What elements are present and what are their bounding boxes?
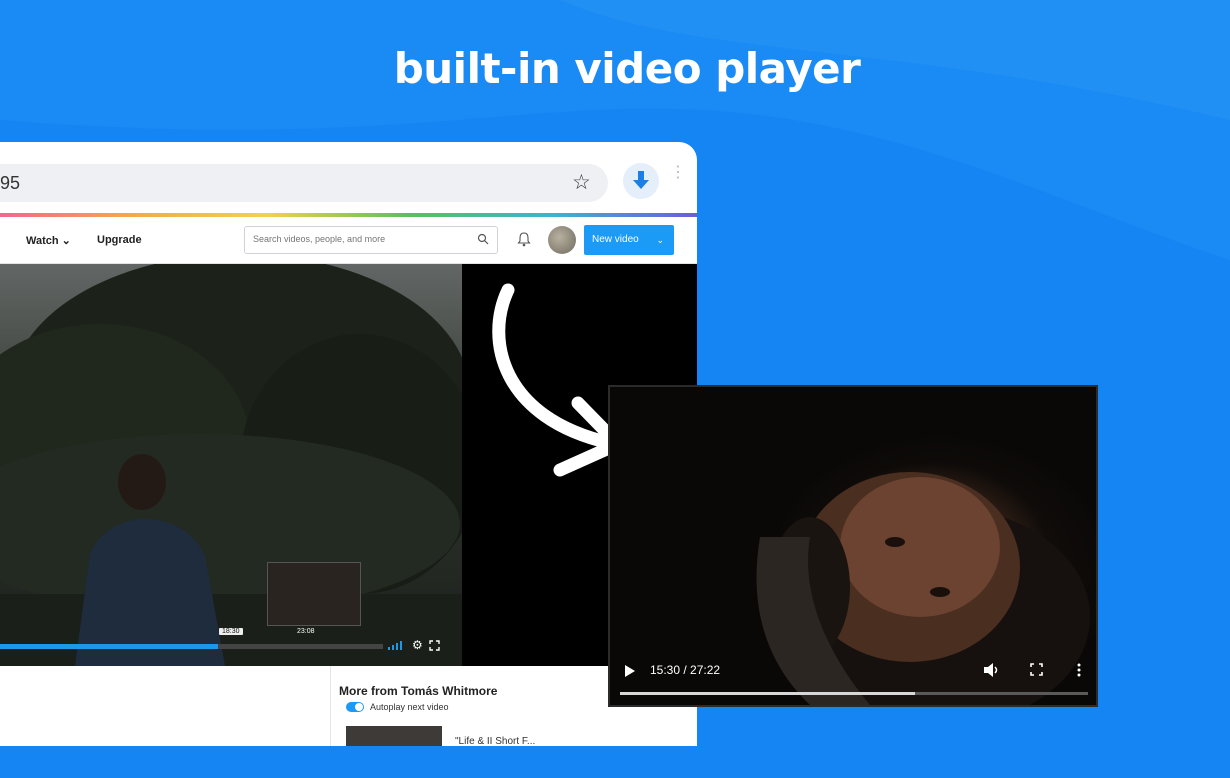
- fullscreen-icon[interactable]: [429, 639, 440, 651]
- portrait-scene-image: [756, 472, 1090, 705]
- video-progress-fill: [0, 644, 218, 649]
- popout-time-display: 15:30 / 27:22: [650, 663, 721, 677]
- gear-icon[interactable]: ⚙: [412, 638, 423, 652]
- volume-bars-icon[interactable]: [388, 640, 406, 650]
- more-options-icon[interactable]: [1076, 662, 1082, 678]
- search-icon[interactable]: [477, 233, 489, 245]
- autoplay-toggle[interactable]: [346, 702, 364, 712]
- nav-watch[interactable]: Watch ⌄: [26, 234, 71, 247]
- nav-upgrade[interactable]: Upgrade: [97, 234, 142, 246]
- volume-icon[interactable]: [983, 662, 1001, 678]
- page-headline: built-in video player: [393, 44, 861, 93]
- related-video-thumbnail[interactable]: [346, 726, 442, 746]
- search-input[interactable]: [253, 234, 463, 244]
- chevron-down-icon: ⌄: [656, 235, 664, 245]
- nav-watch-label: Watch: [26, 235, 59, 247]
- new-video-button[interactable]: New video ⌄: [584, 225, 674, 255]
- user-avatar[interactable]: [548, 226, 576, 254]
- video-progress-bar[interactable]: [0, 644, 383, 649]
- popout-progress-fill: [620, 692, 915, 695]
- below-video-section: More from Tomás Whitmore Autoplay next v…: [0, 666, 697, 746]
- popout-video-player[interactable]: 15:30 / 27:22: [608, 385, 1098, 707]
- hover-time-tooltip: 18:30: [219, 628, 243, 635]
- related-video-title[interactable]: "Life & II Short F...: [455, 736, 535, 746]
- download-arrow-icon: [633, 171, 649, 189]
- bell-icon[interactable]: [517, 231, 531, 247]
- preview-time: 23:08: [297, 628, 315, 635]
- chevron-down-icon: ⌄: [61, 235, 71, 247]
- new-video-label: New video: [592, 234, 639, 245]
- player-controls: ⚙: [388, 638, 440, 652]
- autoplay-label: Autoplay next video: [370, 702, 449, 712]
- star-icon[interactable]: ☆: [572, 170, 591, 195]
- more-from-title: More from Tomás Whitmore: [339, 684, 498, 698]
- tree-scene-image: [0, 264, 462, 666]
- search-box: [244, 226, 498, 254]
- popout-progress-bar[interactable]: [620, 692, 1088, 695]
- address-bar[interactable]: 95 ☆: [0, 164, 608, 202]
- fullscreen-icon[interactable]: [1030, 663, 1043, 676]
- preview-thumbnail: [267, 562, 361, 626]
- site-navbar: Watch ⌄ Upgrade New video ⌄: [0, 217, 697, 264]
- url-text: 95: [0, 173, 21, 193]
- browser-menu-icon[interactable]: ⋮: [670, 165, 686, 181]
- popout-video-frame[interactable]: 15:30 / 27:22: [610, 387, 1096, 705]
- play-icon[interactable]: [624, 664, 636, 678]
- video-frame[interactable]: 18:30 23:08 ⚙: [0, 264, 462, 666]
- download-extension-button[interactable]: [623, 163, 659, 199]
- sidebar-divider: [330, 666, 331, 746]
